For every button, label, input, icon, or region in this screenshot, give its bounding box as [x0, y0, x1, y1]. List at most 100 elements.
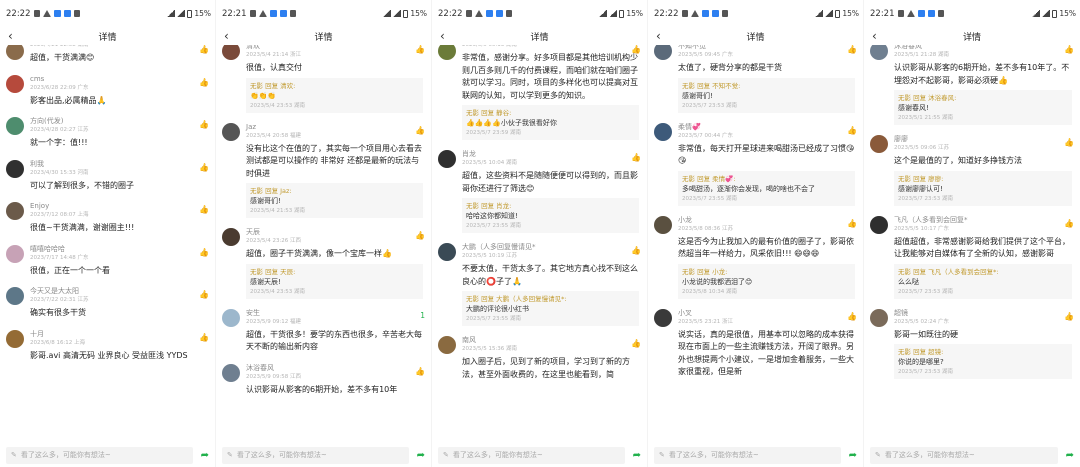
thumbs-up-icon[interactable]: 👍 — [631, 339, 641, 348]
avatar[interactable] — [6, 287, 24, 305]
avatar[interactable] — [222, 363, 240, 382]
thumbs-up-icon[interactable]: 👍 — [631, 153, 641, 162]
commenter-name[interactable]: Enjoy — [30, 201, 207, 211]
reply-box[interactable]: 无影 回复 飞凡（人多看到会回复*: 么么哒 2023/5/7 23:53 湖南 — [894, 263, 1072, 299]
thumbs-up-icon[interactable]: 👍 — [631, 246, 641, 255]
comment-list[interactable]: 沐浴春风 2023/5/1 21:28 湖南 认识影哥从影客的6期开始，差不多有10… — [864, 45, 1080, 443]
commenter-name[interactable]: 今天又是大太阳 — [30, 286, 207, 296]
share-icon[interactable]: ➦ — [625, 450, 641, 461]
avatar[interactable] — [222, 45, 240, 60]
avatar[interactable] — [438, 150, 456, 168]
commenter-name[interactable]: 肖龙 — [462, 149, 639, 159]
comment-list[interactable]: 2023/4/21 22:58 湖南 超值，干货满满😊 👍 cms 2023/6/28 … — [0, 45, 215, 443]
commenter-name[interactable]: 小叉 — [678, 308, 855, 318]
avatar[interactable] — [6, 74, 24, 93]
reply-box[interactable]: 无影 回复 柔情💞: 多喝甜汤，逐渐你会发现，喝的啥也不会了 2023/5/7 23… — [678, 170, 855, 206]
thumbs-up-icon[interactable]: 👍 — [415, 231, 425, 240]
thumbs-up-icon[interactable]: 👍 — [199, 205, 209, 214]
share-icon[interactable]: ➦ — [1058, 450, 1074, 461]
thumbs-up-icon[interactable]: 👍 — [415, 45, 425, 54]
reply-box[interactable]: 无影 回复 天辰: 感谢天辰! 2023/5/4 23:53 湖南 — [246, 263, 423, 299]
avatar[interactable] — [870, 135, 888, 153]
commenter-name[interactable]: 柔情💞 — [678, 122, 855, 132]
thumbs-up-icon[interactable]: 👍 — [1064, 45, 1074, 54]
avatar[interactable] — [222, 228, 240, 246]
comment-list[interactable]: 清欢 2023/5/4 21:14 浙江 很值，认真交付 无影 回复 清欢: 👏👏👏 20… — [216, 45, 431, 443]
comment-input[interactable]: ✎ 看了这么多，可能你有想法~ — [654, 446, 841, 464]
reply-box[interactable]: 无影 回复 超镜: 你说的是哪里? 2023/5/7 23:53 湖南 — [894, 344, 1072, 379]
thumbs-up-icon[interactable]: 👍 — [199, 78, 209, 87]
back-icon[interactable]: ‹ — [440, 27, 445, 45]
thumbs-up-icon[interactable]: 👍 — [1064, 138, 1074, 147]
commenter-name[interactable]: 天辰 — [246, 227, 423, 237]
comment-input[interactable]: ✎ 看了这么多，可能你有想法~ — [870, 446, 1058, 464]
commenter-name[interactable]: 超镜 — [894, 308, 1072, 318]
back-icon[interactable]: ‹ — [656, 27, 661, 45]
commenter-name[interactable]: 嘻嘻哈哈哈 — [30, 244, 207, 254]
thumbs-up-icon[interactable]: 👍 — [199, 163, 209, 172]
commenter-name[interactable]: 南风 — [462, 335, 639, 345]
commenter-name[interactable]: 利我 — [30, 159, 207, 169]
thumbs-up-icon[interactable]: 👍 — [631, 45, 641, 54]
reply-box[interactable]: 无影 回复 大鹏（人多回复慢请见*: 大鹏的评论很小红书 2023/5/7 23:5… — [462, 291, 639, 326]
reply-box[interactable]: 无影 回复 Jaz: 感谢哥们! 2023/5/4 21:53 湖南 — [246, 183, 423, 218]
avatar[interactable] — [222, 308, 240, 327]
commenter-name[interactable]: 廖廖 — [894, 134, 1072, 144]
reply-box[interactable]: 无影 回复 肖龙: 哈哈这你都知道! 2023/5/7 23:55 湖南 — [462, 198, 639, 233]
commenter-name[interactable]: Jaz — [246, 122, 423, 132]
thumbs-up-icon[interactable]: 👍 — [847, 219, 857, 228]
share-icon[interactable]: ➦ — [841, 450, 857, 461]
thumbs-up-icon[interactable]: 👍 — [415, 126, 425, 135]
comment-input[interactable]: ✎ 看了这么多，可能你有想法~ — [438, 446, 625, 464]
thumbs-up-icon[interactable]: 👍 — [847, 312, 857, 321]
comment-input[interactable]: ✎ 看了这么多，可能你有想法~ — [222, 446, 409, 464]
back-icon[interactable]: ‹ — [872, 27, 877, 45]
avatar[interactable] — [654, 215, 672, 234]
thumbs-up-icon[interactable]: 👍 — [199, 248, 209, 257]
commenter-name[interactable]: 小龙 — [678, 215, 855, 225]
thumbs-up-icon[interactable]: 👍 — [847, 45, 857, 54]
avatar[interactable] — [654, 308, 672, 327]
comment-input[interactable]: ✎ 看了这么多，可能你有想法~ — [6, 446, 193, 464]
reply-box[interactable]: 无影 回复 静谷: 👍👍👍👍小伙子我很看好你 2023/5/7 23:59 湖南 — [462, 105, 639, 140]
thumbs-up-icon[interactable]: 👍 — [1064, 312, 1074, 321]
avatar[interactable] — [438, 45, 456, 60]
thumbs-up-icon[interactable]: 👍 — [847, 126, 857, 135]
commenter-name[interactable]: 十月 — [30, 329, 207, 339]
avatar[interactable] — [222, 122, 240, 141]
avatar[interactable] — [6, 159, 24, 178]
thumbs-up-icon[interactable]: 👍 — [415, 367, 425, 376]
thumbs-up-icon[interactable]: 👍 — [199, 333, 209, 342]
avatar[interactable] — [870, 215, 888, 234]
avatar[interactable] — [438, 243, 456, 261]
commenter-name[interactable]: 飞凡（人多看到会回复* — [894, 215, 1072, 225]
comment-list[interactable]: 2023/5/5 05:13 湖南 非常值，感谢分享。好多项目都是其他培训机构少则… — [432, 45, 647, 443]
commenter-name[interactable]: 安生 — [246, 308, 423, 318]
avatar[interactable] — [654, 122, 672, 141]
reply-box[interactable]: 无影 回复 清欢: 👏👏👏 2023/5/4 23:53 湖南 — [246, 77, 423, 113]
like-count[interactable]: 1 — [420, 311, 425, 320]
avatar[interactable] — [870, 45, 888, 60]
comment-list[interactable]: 不知不觉 2023/5/5 09:45 广东 太值了，硬背分享的都是干货 无影 回复 … — [648, 45, 863, 443]
thumbs-up-icon[interactable]: 👍 — [1064, 219, 1074, 228]
reply-box[interactable]: 无影 回复 小龙: 小龙说的我都洒泪了😊 2023/5/8 10:34 湖南 — [678, 263, 855, 299]
commenter-name[interactable]: 沐浴春风 — [246, 363, 423, 373]
commenter-name[interactable]: 方向(代发) — [30, 116, 207, 126]
reply-box[interactable]: 无影 回复 沐浴春风: 感谢春风! 2023/5/1 21:55 湖南 — [894, 90, 1072, 125]
back-icon[interactable]: ‹ — [8, 27, 13, 45]
avatar[interactable] — [6, 117, 24, 135]
avatar[interactable] — [6, 45, 24, 60]
share-icon[interactable]: ➦ — [193, 450, 209, 461]
commenter-name[interactable]: cms — [30, 74, 207, 84]
avatar[interactable] — [6, 244, 24, 263]
avatar[interactable] — [654, 45, 672, 60]
commenter-name[interactable]: 大鹏（人多回复慢请见* — [462, 242, 639, 252]
reply-box[interactable]: 无影 回复 不知不觉: 感谢哥们! 2023/5/7 23:53 湖南 — [678, 77, 855, 113]
thumbs-up-icon[interactable]: 👍 — [199, 290, 209, 299]
share-icon[interactable]: ➦ — [409, 450, 425, 461]
thumbs-up-icon[interactable]: 👍 — [199, 120, 209, 129]
thumbs-up-icon[interactable]: 👍 — [199, 45, 209, 54]
avatar[interactable] — [6, 202, 24, 220]
avatar[interactable] — [870, 308, 888, 327]
avatar[interactable] — [438, 336, 456, 354]
